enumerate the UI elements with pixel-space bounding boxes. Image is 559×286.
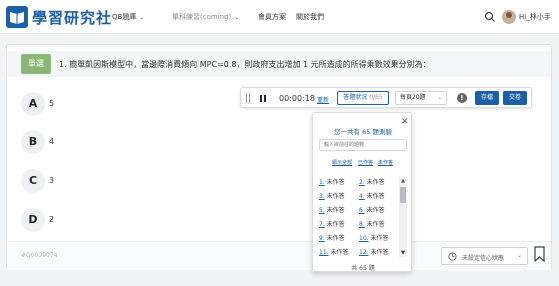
list-item[interactable]: 4. 未作答 (359, 191, 385, 200)
per-page-select[interactable]: 每頁20題 ⌄ (395, 91, 447, 105)
exam-toolbar: 00:00:18 重新 答題狀況 0/65 每頁20題 ⌄ ! 存檔 交卷 (240, 87, 532, 108)
filter-show-all[interactable]: 顯示全部 (332, 159, 352, 166)
reset-link[interactable]: 重新 (317, 95, 329, 104)
option-letter[interactable]: C (21, 169, 45, 193)
chevron-down-icon[interactable]: ▼ (399, 249, 407, 257)
filter-answered[interactable]: 已作答 (358, 159, 373, 166)
answer-status-button[interactable]: 答題狀況 0/65 (337, 91, 389, 105)
nav-item-single-subject[interactable]: 單科練習(coming) ⌄ (172, 12, 239, 22)
list-item[interactable]: 10. 未作答 (359, 233, 388, 242)
option-value[interactable]: 5 (49, 99, 54, 108)
search-icon[interactable] (484, 11, 496, 23)
nav-item-about[interactable]: 關於我們 (296, 12, 324, 22)
question-text: 1. 簡單凱因斯模型中，當邊際消費傾向 MPC=0.8，則政府支出增加 1 元所… (59, 60, 431, 69)
nav-item-label: 單科練習(coming) (172, 13, 232, 21)
question-list-scrollbar[interactable]: ▲ ▼ (399, 177, 407, 257)
book-logo-icon[interactable] (6, 6, 28, 28)
nav-item-label: 會員方案 (258, 13, 286, 21)
per-page-value: 每頁20題 (400, 94, 426, 101)
question-total: 共 65 題 (351, 265, 375, 272)
option-letter[interactable]: D (21, 208, 45, 232)
question-status-panel: ✕ 您一共有 65 題測驗 顯示全部 已作答 未作答 1. 未作答 2. 未作答… (312, 112, 412, 272)
save-button[interactable]: 存檔 (475, 91, 499, 105)
answer-status-count: 0/65 (369, 94, 383, 101)
confidence-label: 未設定信心狀態 (462, 255, 505, 262)
list-item[interactable]: 6. 未作答 (359, 205, 385, 214)
list-item[interactable]: 2. 未作答 (359, 177, 385, 186)
list-item[interactable]: 9. 未作答 (319, 233, 345, 242)
chevron-down-icon: ⌄ (516, 252, 522, 259)
panel-title: 您一共有 65 題測驗 (334, 128, 392, 136)
bookmark-icon[interactable] (534, 246, 545, 262)
top-navigation: 學習研究社 QB題庫 ⌄ 單科練習(coming) ⌄ 會員方案 關於我們 Hi_林… (0, 0, 559, 34)
confidence-select[interactable]: 未設定信心狀態 ⌄ (441, 247, 528, 265)
pause-icon[interactable] (259, 94, 267, 103)
nav-item-qb[interactable]: QB題庫 ⌄ (112, 12, 144, 22)
option-value[interactable]: 3 (49, 176, 54, 185)
answer-status-label: 答題狀況 (343, 94, 368, 101)
chevron-down-icon: ⌄ (139, 14, 145, 21)
chevron-down-icon: ⌄ (437, 95, 442, 101)
nav-item-label: 關於我們 (296, 13, 324, 21)
list-item[interactable]: 7. 未作答 (319, 219, 345, 228)
list-item[interactable]: 11. 未作答 (319, 247, 348, 256)
option-letter[interactable]: A (21, 92, 45, 116)
user-name[interactable]: Hi_林小手 (519, 12, 551, 22)
clock-icon (448, 252, 457, 261)
list-item[interactable]: 1. 未作答 (319, 177, 345, 186)
option-value[interactable]: 2 (49, 215, 54, 224)
option-value[interactable]: 4 (49, 137, 54, 146)
scrollbar-thumb[interactable] (400, 187, 406, 203)
filter-unanswered[interactable]: 未作答 (378, 159, 393, 166)
avatar[interactable] (502, 10, 516, 24)
question-card: 單選 1. 簡單凱因斯模型中，當邊際消費傾向 MPC=0.8，則政府支出增加 1… (6, 44, 552, 270)
nav-item-membership[interactable]: 會員方案 (258, 12, 286, 22)
question-header: 單選 1. 簡單凱因斯模型中，當邊際消費傾向 MPC=0.8，則政府支出增加 1… (7, 51, 551, 77)
list-item[interactable]: 3. 未作答 (319, 191, 345, 200)
list-item[interactable]: 8. 未作答 (359, 219, 385, 228)
option-letter[interactable]: B (21, 130, 45, 154)
chevron-down-icon: ⌄ (234, 14, 240, 21)
chevron-up-icon[interactable]: ▲ (399, 177, 407, 185)
site-logo-text[interactable]: 學習研究社 (32, 7, 112, 28)
nav-item-label: QB題庫 (112, 13, 137, 21)
list-item[interactable]: 12. 未作答 (359, 247, 388, 256)
list-item[interactable]: 5. 未作答 (319, 205, 345, 214)
drag-handle-icon[interactable] (245, 92, 251, 104)
timer: 00:00:18 (279, 94, 315, 103)
question-footer: #Q0039074 未設定信心狀態 ⌄ (7, 241, 551, 270)
info-icon[interactable]: ! (457, 93, 467, 103)
question-id: #Q0039074 (21, 252, 58, 259)
submit-button[interactable]: 交卷 (503, 91, 527, 105)
question-type-badge: 單選 (21, 54, 51, 74)
jump-to-question-input[interactable] (319, 139, 407, 151)
